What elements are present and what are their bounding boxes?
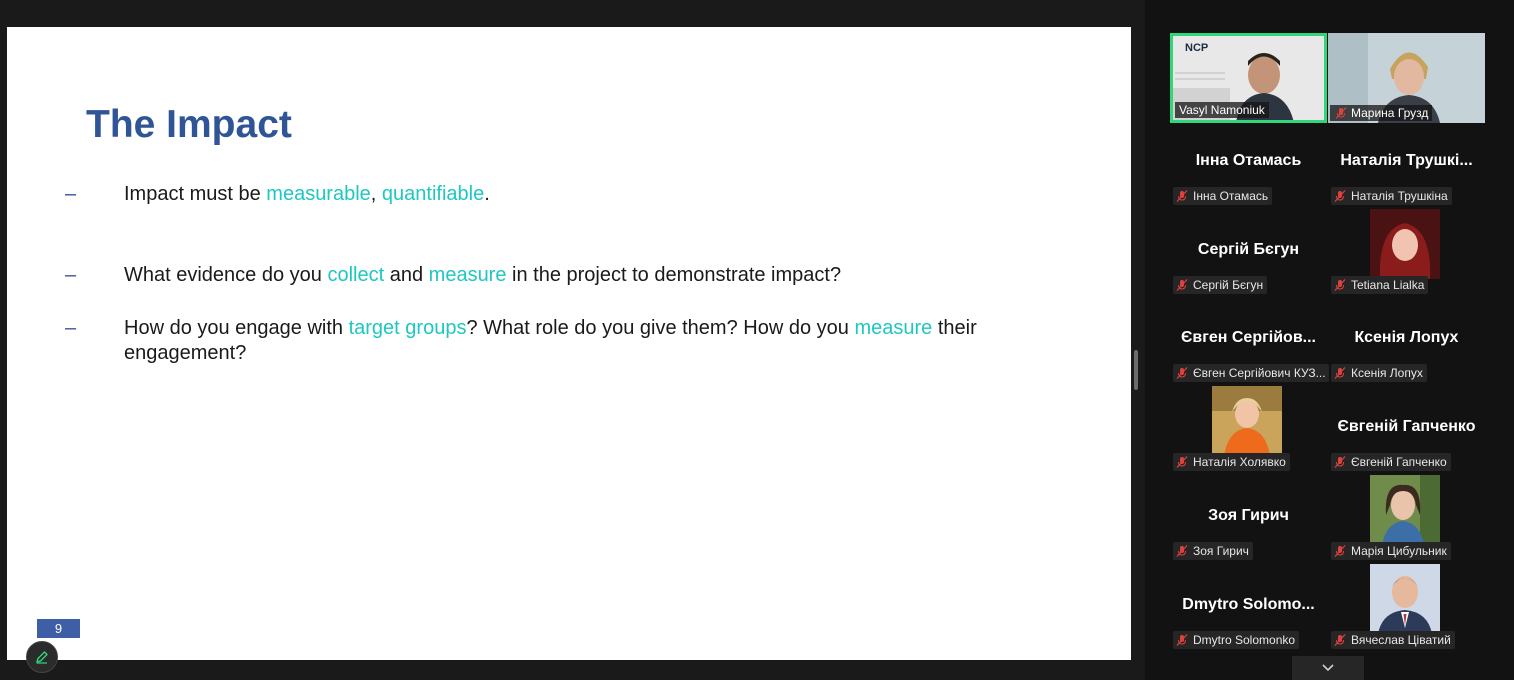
mic-muted-icon bbox=[1176, 279, 1188, 291]
participant-name: Євгеній Гапченко bbox=[1351, 455, 1447, 469]
bullet-highlight: target groups bbox=[348, 317, 467, 339]
bullet-dash: – bbox=[65, 183, 77, 205]
participant-name-label: Наталія Трушкіна bbox=[1331, 187, 1452, 205]
participant-avatar bbox=[1370, 475, 1440, 545]
bullet-highlight: quantifiable bbox=[381, 183, 485, 205]
bullet-text-part: , bbox=[370, 183, 382, 205]
slide-page-number: 9 bbox=[37, 619, 80, 638]
participant-display-name: Сергій Бєгун bbox=[1197, 241, 1300, 258]
mic-muted-icon bbox=[1176, 367, 1188, 379]
participant-name-label: Ксенія Лопух bbox=[1331, 364, 1427, 382]
bullet-highlight: measure bbox=[428, 264, 507, 286]
mic-muted-icon bbox=[1334, 190, 1346, 202]
participant-name-label: Вячеслав Ціватий bbox=[1331, 631, 1455, 649]
mic-muted-icon bbox=[1176, 634, 1188, 646]
participant-display-name: Dmytro Solomo... bbox=[1182, 596, 1315, 613]
participant-tile[interactable]: Зоя Гирич Зоя Гирич bbox=[1170, 485, 1327, 574]
mic-muted-icon bbox=[1334, 545, 1346, 557]
participant-name: Інна Отамась bbox=[1193, 189, 1269, 203]
bullet-text-part: in the project to demonstrate impact? bbox=[506, 264, 842, 286]
participant-name-label: Vasyl Namoniuk bbox=[1175, 102, 1269, 118]
participant-display-name: Євгеній Гапченко bbox=[1337, 418, 1476, 435]
participant-avatar bbox=[1370, 209, 1440, 279]
chevron-down-icon bbox=[1322, 664, 1334, 672]
bullet-text-part: . bbox=[484, 183, 490, 205]
bullet-text-part: How do you engage with bbox=[124, 317, 349, 339]
participant-name: Vasyl Namoniuk bbox=[1179, 103, 1265, 117]
bullet-text-part: What evidence do you bbox=[124, 264, 328, 286]
participant-display-name: Інна Отамась bbox=[1195, 152, 1302, 169]
mic-muted-icon bbox=[1176, 545, 1188, 557]
bullet-text: Impact must be measurable, quantifiable. bbox=[124, 182, 1024, 207]
participant-tile[interactable]: Інна Отамась Інна Отамась bbox=[1170, 130, 1327, 219]
participant-name: Наталія Трушкіна bbox=[1351, 189, 1448, 203]
participant-avatar bbox=[1212, 386, 1282, 456]
bullet-highlight: collect bbox=[327, 264, 385, 286]
bullet-text: What evidence do you collect and measure… bbox=[124, 263, 1024, 288]
participant-tile[interactable]: Ксенія Лопух Ксенія Лопух bbox=[1328, 307, 1485, 396]
pencil-icon bbox=[36, 651, 48, 664]
participant-name: Вячеслав Ціватий bbox=[1351, 633, 1451, 647]
participant-name: Зоя Гирич bbox=[1193, 544, 1249, 558]
participant-name-label: Наталія Холявко bbox=[1173, 453, 1290, 471]
participant-name-label: Зоя Гирич bbox=[1173, 542, 1253, 560]
participant-name-label: Марина Грузд bbox=[1330, 105, 1433, 121]
participant-name-label: Dmytro Solomonko bbox=[1173, 631, 1300, 649]
panel-resize-handle[interactable] bbox=[1134, 350, 1138, 390]
participant-tile[interactable]: Наталія Трушкі... Наталія Трушкіна bbox=[1328, 130, 1485, 219]
participant-tile[interactable]: Наталія Холявко bbox=[1170, 386, 1327, 485]
participant-name: Сергій Бєгун bbox=[1193, 278, 1264, 292]
participant-display-name: Наталія Трушкі... bbox=[1340, 152, 1473, 169]
participant-name: Марина Грузд bbox=[1351, 106, 1429, 120]
slide-title: The Impact bbox=[86, 103, 292, 146]
participant-name-label: Євгеній Гапченко bbox=[1331, 453, 1451, 471]
participant-display-name: Євген Сергійов... bbox=[1180, 329, 1316, 346]
participant-display-name: Ксенія Лопух bbox=[1354, 329, 1459, 346]
bullet-highlight: measurable bbox=[266, 183, 371, 205]
bullet-text: How do you engage with target groups? Wh… bbox=[124, 316, 1024, 366]
participant-tile[interactable]: Вячеслав Ціватий bbox=[1328, 564, 1485, 663]
participant-display-name: Зоя Гирич bbox=[1208, 507, 1289, 524]
participant-name-label: Марія Цибульник bbox=[1331, 542, 1451, 560]
meeting-window: The Impact – Impact must be measurable, … bbox=[0, 0, 1514, 680]
participant-avatar bbox=[1370, 564, 1440, 634]
mic-muted-icon bbox=[1335, 107, 1347, 119]
mic-muted-icon bbox=[1334, 279, 1346, 291]
participant-tile[interactable]: Tetiana Lialka bbox=[1328, 209, 1485, 308]
participant-name: Наталія Холявко bbox=[1193, 455, 1286, 469]
participant-tile[interactable]: Марія Цибульник bbox=[1328, 475, 1485, 574]
participant-name: Dmytro Solomonko bbox=[1193, 633, 1296, 647]
bullet-dash: – bbox=[65, 317, 77, 339]
participant-tile[interactable]: Євгеній Гапченко Євгеній Гапченко bbox=[1328, 396, 1485, 485]
participant-name: Ксенія Лопух bbox=[1351, 366, 1423, 380]
bullet-text-part: ? What role do you give them? How do you bbox=[466, 317, 855, 339]
participant-name: Євген Сергійович КУЗ... bbox=[1193, 366, 1326, 380]
bullet-text-part: Impact must be bbox=[124, 183, 267, 205]
shared-slide: The Impact – Impact must be measurable, … bbox=[7, 27, 1131, 660]
mic-muted-icon bbox=[1334, 456, 1346, 468]
mic-muted-icon bbox=[1176, 456, 1188, 468]
participant-name-label: Євген Сергійович КУЗ... bbox=[1173, 364, 1329, 382]
logo-text: NCP bbox=[1185, 42, 1209, 54]
participant-name-label: Сергій Бєгун bbox=[1173, 276, 1268, 294]
participant-name: Марія Цибульник bbox=[1351, 544, 1447, 558]
video-tile[interactable]: Марина Грузд bbox=[1328, 33, 1485, 123]
mic-muted-icon bbox=[1334, 367, 1346, 379]
participant-name-label: Інна Отамась bbox=[1173, 187, 1273, 205]
participant-name-label: Tetiana Lialka bbox=[1331, 276, 1429, 294]
participant-tile[interactable]: Dmytro Solomo... Dmytro Solomonko bbox=[1170, 574, 1327, 663]
participant-tile[interactable]: Євген Сергійов... Євген Сергійович КУЗ... bbox=[1170, 307, 1329, 396]
participant-tile[interactable]: Сергій Бєгун Сергій Бєгун bbox=[1170, 219, 1327, 308]
bullet-highlight: measure bbox=[854, 317, 933, 339]
video-tile-active-speaker[interactable]: NCP Vasyl Namoniuk bbox=[1170, 33, 1327, 123]
mic-muted-icon bbox=[1176, 190, 1188, 202]
mic-muted-icon bbox=[1334, 634, 1346, 646]
bullet-dash: – bbox=[65, 264, 77, 286]
bullet-text-part: and bbox=[384, 264, 429, 286]
participant-name: Tetiana Lialka bbox=[1351, 278, 1425, 292]
annotate-button[interactable] bbox=[26, 641, 58, 673]
